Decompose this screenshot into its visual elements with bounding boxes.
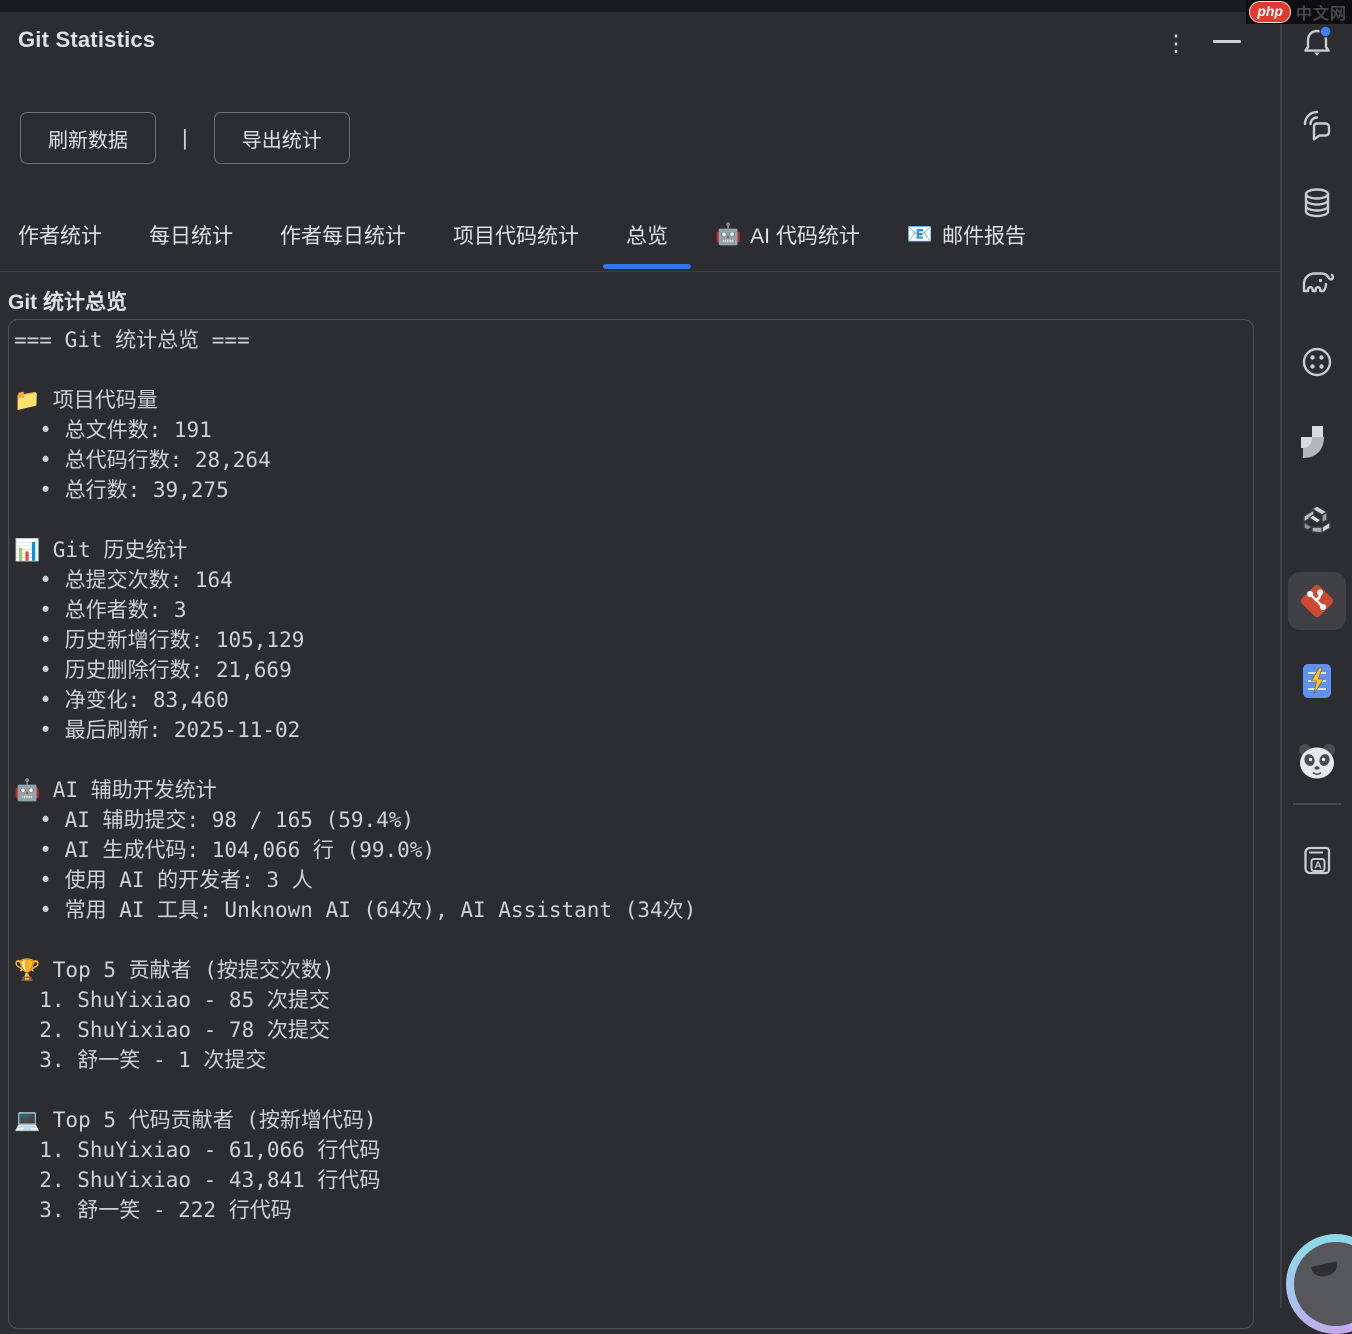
trefoil-knot-icon (1296, 500, 1338, 542)
notification-dot (1321, 27, 1331, 37)
robot-icon: 🤖 (715, 223, 741, 247)
dots-circle-icon (1297, 342, 1337, 382)
kebab-menu-icon[interactable]: ⋮ (1164, 26, 1188, 60)
sidebar-item-database[interactable] (1295, 181, 1339, 225)
panda-icon (1295, 742, 1339, 782)
sidebar-item-git[interactable] (1288, 572, 1346, 630)
signal-chat-icon (1297, 104, 1337, 144)
svg-text:A: A (1314, 860, 1322, 872)
sidebar-item-dictionary[interactable]: A (1295, 840, 1339, 884)
sidebar-item-panda[interactable] (1295, 740, 1339, 784)
email-icon: 📧 (907, 223, 933, 247)
watermark: php 中文网 (1246, 0, 1352, 24)
sidebar-divider (1293, 803, 1341, 805)
dictionary-book-icon: A (1297, 842, 1337, 882)
window-top-strip (0, 0, 1352, 12)
sidebar-item-quarter-plus[interactable] (1295, 420, 1339, 464)
lightning-doc-icon (1302, 662, 1332, 700)
tab-author-stats[interactable]: 作者统计 (18, 198, 102, 271)
bell-icon (1297, 22, 1337, 62)
sidebar-item-remote-chat[interactable] (1295, 102, 1339, 146)
tab-email-report[interactable]: 📧 邮件报告 (907, 198, 1026, 271)
tab-daily-stats[interactable]: 每日统计 (149, 198, 233, 271)
database-icon (1297, 183, 1337, 223)
sidebar-item-trefoil[interactable] (1295, 499, 1339, 543)
php-logo: php (1249, 1, 1291, 23)
tab-overview[interactable]: 总览 (626, 198, 668, 271)
sidebar-item-quick-doc[interactable] (1295, 659, 1339, 703)
tab-project-code-stats[interactable]: 项目代码统计 (453, 198, 579, 271)
tab-bar-divider (0, 271, 1281, 272)
overview-text-panel[interactable]: === Git 统计总览 === 📁 项目代码量 • 总文件数: 191 • 总… (8, 319, 1254, 1329)
refresh-data-button[interactable]: 刷新数据 (20, 112, 156, 164)
toolbar: 刷新数据 | 导出统计 (20, 112, 350, 164)
overview-heading: Git 统计总览 (8, 286, 127, 316)
right-tool-stripe: A (1280, 0, 1352, 1308)
tab-bar: 作者统计 每日统计 作者每日统计 项目代码统计 总览 🤖 AI 代码统计 📧 邮… (18, 198, 1026, 271)
export-stats-button[interactable]: 导出统计 (214, 112, 350, 164)
tab-author-daily-stats[interactable]: 作者每日统计 (280, 198, 406, 271)
minimize-icon[interactable] (1213, 40, 1241, 43)
git-icon (1295, 579, 1339, 623)
sidebar-item-plugin-dots[interactable] (1295, 340, 1339, 384)
tab-ai-code-stats[interactable]: 🤖 AI 代码统计 (715, 198, 860, 271)
watermark-suffix: 中文网 (1296, 0, 1347, 24)
tool-window-title: Git Statistics (18, 27, 155, 53)
overview-text: === Git 统计总览 === 📁 项目代码量 • 总文件数: 191 • 总… (9, 320, 1253, 1233)
quarter-plus-icon (1297, 422, 1337, 462)
sidebar-item-notifications[interactable] (1295, 20, 1339, 64)
sidebar-item-gradle[interactable] (1295, 261, 1339, 305)
elephant-icon (1296, 263, 1338, 303)
toolbar-separator: | (182, 125, 188, 151)
